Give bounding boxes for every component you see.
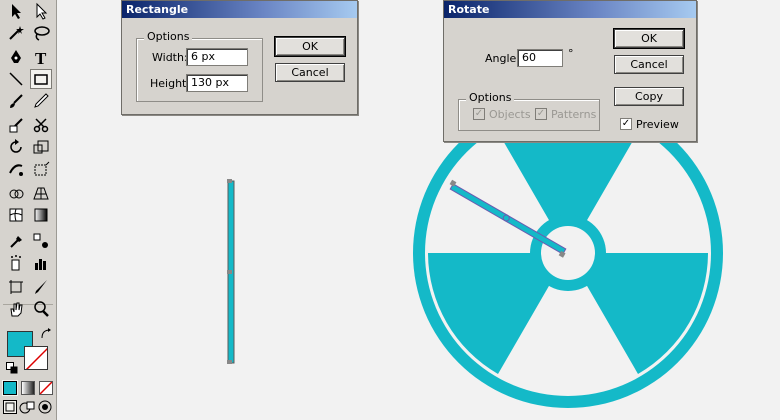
- rectangle-dialog: Rectangle Options Width: 6 px Height: 13…: [121, 0, 358, 115]
- mesh-icon[interactable]: [5, 205, 27, 225]
- patterns-checkbox[interactable]: ✓: [535, 108, 547, 120]
- radiation-symbol[interactable]: [413, 98, 723, 408]
- lasso-icon[interactable]: [30, 23, 52, 43]
- svg-text:T: T: [35, 49, 47, 66]
- blend-icon[interactable]: [30, 231, 52, 251]
- default-fill-stroke-icon[interactable]: [6, 362, 18, 374]
- draw-behind-icon[interactable]: [19, 400, 35, 414]
- perspective-grid-icon[interactable]: [30, 183, 52, 203]
- rectangle-options-label: Options: [144, 30, 193, 43]
- type-icon[interactable]: T: [30, 47, 52, 67]
- angle-label: Angle:: [485, 52, 521, 65]
- blob-brush-icon[interactable]: [5, 115, 27, 135]
- rotate-cancel-button[interactable]: Cancel: [614, 55, 684, 74]
- no-stroke-icon: [25, 347, 47, 369]
- width-field[interactable]: 6 px: [186, 48, 248, 66]
- eyedropper-icon[interactable]: [5, 231, 27, 251]
- gradient-icon[interactable]: [30, 205, 52, 225]
- rotate-dialog-title: Rotate: [444, 1, 696, 18]
- height-field[interactable]: 130 px: [186, 74, 248, 92]
- vertical-rectangle[interactable]: [227, 179, 235, 364]
- warp-icon[interactable]: [5, 159, 27, 179]
- hand-icon[interactable]: [5, 299, 27, 319]
- rectangle-cancel-button[interactable]: Cancel: [275, 63, 345, 82]
- pencil-icon[interactable]: [30, 91, 52, 111]
- pen-icon[interactable]: [5, 47, 27, 67]
- degree-symbol: °: [568, 47, 574, 60]
- tools-panel: T: [0, 0, 57, 420]
- patterns-label: Patterns: [551, 108, 597, 121]
- free-transform-icon[interactable]: [30, 159, 52, 179]
- line-segment-icon[interactable]: [5, 69, 27, 89]
- draw-inside-icon[interactable]: [37, 400, 53, 414]
- scale-icon[interactable]: [30, 137, 52, 157]
- rectangle-ok-button[interactable]: OK: [274, 36, 346, 57]
- draw-normal-icon[interactable]: [3, 400, 17, 414]
- objects-label: Objects: [489, 108, 531, 121]
- rotate-dialog: Rotate Angle: 60 ° Options ✓ Objects ✓ P…: [443, 0, 697, 142]
- magic-wand-icon[interactable]: [5, 23, 27, 43]
- preview-label: Preview: [636, 118, 679, 131]
- swap-fill-stroke-icon[interactable]: [40, 328, 52, 340]
- height-label: Height:: [150, 77, 191, 90]
- preview-checkbox[interactable]: ✓: [620, 118, 632, 130]
- direct-selection-icon[interactable]: [30, 1, 52, 21]
- width-label: Width:: [152, 51, 188, 64]
- shape-builder-icon[interactable]: [5, 183, 27, 203]
- angle-field[interactable]: 60: [517, 49, 563, 67]
- column-graph-icon[interactable]: [30, 253, 52, 273]
- copy-button[interactable]: Copy: [614, 87, 684, 106]
- selection-arrow-icon[interactable]: [5, 1, 27, 21]
- scissors-icon[interactable]: [30, 115, 52, 135]
- rotate-options-label: Options: [466, 91, 515, 104]
- paintbrush-icon[interactable]: [5, 91, 27, 111]
- rectangle-icon[interactable]: [30, 69, 52, 89]
- zoom-icon[interactable]: [30, 299, 52, 319]
- none-mode-icon[interactable]: [39, 381, 53, 395]
- artboard-icon[interactable]: [5, 277, 27, 297]
- gradient-mode-icon[interactable]: [21, 381, 35, 395]
- symbol-sprayer-icon[interactable]: [5, 253, 27, 273]
- stroke-swatch[interactable]: [24, 346, 48, 370]
- rotate-icon[interactable]: [5, 137, 27, 157]
- rectangle-dialog-title: Rectangle: [122, 1, 357, 18]
- rotate-ok-button[interactable]: OK: [613, 28, 685, 49]
- slice-icon[interactable]: [30, 277, 52, 297]
- objects-checkbox[interactable]: ✓: [473, 108, 485, 120]
- color-mode-icon[interactable]: [2, 380, 18, 396]
